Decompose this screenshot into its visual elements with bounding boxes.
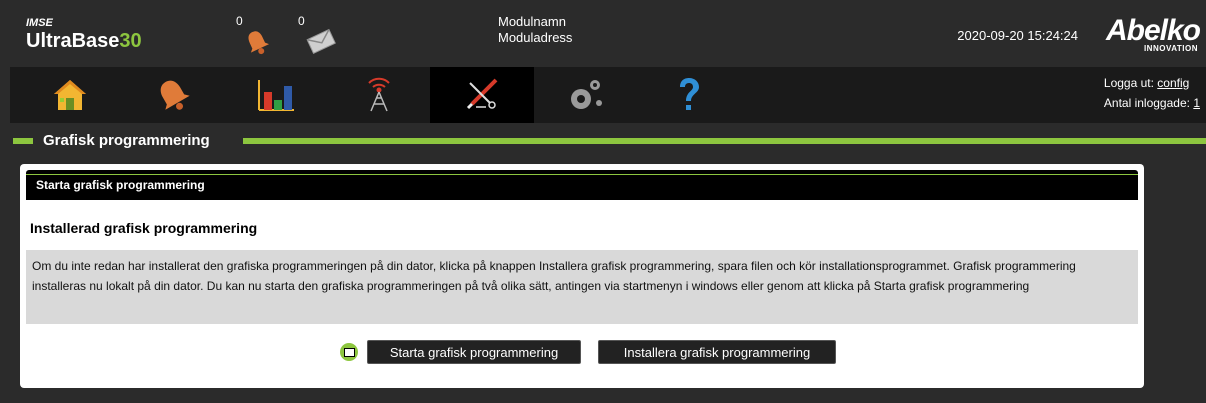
nav-tools[interactable] [430,67,534,123]
nav-help[interactable] [637,67,740,123]
datetime: 2020-09-20 15:24:24 [957,28,1078,43]
nav-settings[interactable] [534,67,637,123]
nav-alarms[interactable] [121,67,224,123]
alarm-indicator[interactable]: 0 [236,14,276,64]
home-icon [53,80,86,110]
nav-charts[interactable] [224,67,327,123]
nav-home[interactable] [18,67,121,123]
content-panel: Starta grafisk programmering Installerad… [20,164,1144,388]
document-icon[interactable] [340,343,358,361]
module-info: Modulnamn Moduladress [498,14,572,46]
login-info: Logga ut: config Antal inloggade: 1 [1104,73,1200,113]
message-count: 0 [298,14,305,28]
logged-in-count[interactable]: 1 [1193,96,1200,110]
nav-communication[interactable] [327,67,430,123]
logout-label: Logga ut: [1103,76,1154,90]
module-address: Moduladress [498,30,573,45]
top-header: IMSE UltraBase30 0 0 Modulnamn Moduladre… [10,10,1206,67]
gears-icon [570,80,602,109]
logo-main: Abelko [1105,14,1201,47]
page-title: Grafisk programmering [43,132,210,149]
install-graphic-programming-button[interactable]: Installera grafisk programmering [598,340,836,364]
alarm-count: 0 [236,14,243,28]
brand-number: 30 [119,30,142,52]
panel-header: Starta grafisk programmering [26,170,1138,200]
envelope-icon [306,28,336,59]
logged-in-label: Antal inloggade: [1103,96,1190,110]
antenna-icon [367,77,390,112]
panel-header-title: Starta grafisk programmering [36,178,205,192]
tools-icon [466,78,498,110]
logout-link[interactable]: config [1157,76,1189,90]
panel-subtitle: Installerad grafisk programmering [30,220,258,236]
module-name: Modulnamn [498,14,566,29]
section-accent-right [243,138,1206,144]
message-indicator[interactable]: 0 [298,14,338,64]
help-icon [679,78,699,110]
chart-icon [257,80,294,111]
abelko-logo: Abelko INNOVATION [1105,14,1201,54]
start-graphic-programming-button[interactable]: Starta grafisk programmering [367,340,581,364]
brand-top-label: IMSE [26,17,53,29]
brand-main-label: UltraBase [26,30,120,52]
bell-icon [160,80,190,110]
brand-logo: IMSE UltraBase30 [26,18,142,53]
main-nav: Logga ut: config Antal inloggade: 1 [10,67,1206,123]
actions-row: Starta grafisk programmering Installera … [20,340,1144,364]
info-text: Om du inte redan har installerat den gra… [26,250,1138,324]
section-header: Grafisk programmering [10,132,1206,150]
section-accent-left [13,138,33,144]
bell-icon [244,28,270,61]
